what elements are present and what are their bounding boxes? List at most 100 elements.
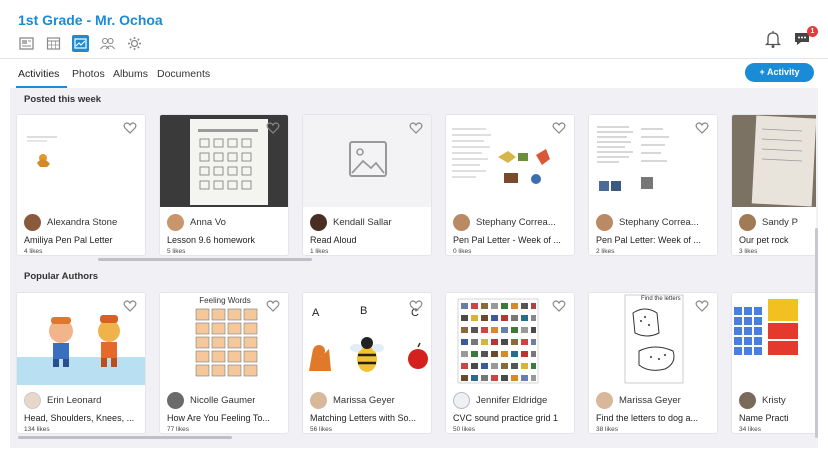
- top-right-controls: 1: [764, 26, 818, 50]
- bell-icon[interactable]: [764, 29, 782, 49]
- card-thumbnail: [732, 293, 816, 385]
- card-author: Sandy P: [739, 214, 816, 231]
- activity-feed: Posted this week Alexandra Stone Amiliya…: [10, 88, 818, 448]
- favorite-heart-icon[interactable]: [409, 121, 423, 135]
- author-name: Jennifer Eldridge: [476, 395, 548, 406]
- activity-card[interactable]: Anna Vo Lesson 9.6 homework 5 likes: [159, 114, 289, 256]
- tab-activities[interactable]: Activities: [18, 68, 59, 80]
- card-title: Matching Letters with So...: [310, 413, 417, 423]
- avatar: [739, 392, 756, 409]
- activity-card[interactable]: Find the letters Marissa Geyer Find the …: [588, 292, 718, 434]
- activity-feed-icon[interactable]: [72, 35, 89, 52]
- card-author: Kendall Sallar: [310, 214, 431, 231]
- posted-this-week-row[interactable]: Alexandra Stone Amiliya Pen Pal Letter 4…: [16, 114, 816, 258]
- activity-card[interactable]: Alexandra Stone Amiliya Pen Pal Letter 4…: [16, 114, 146, 256]
- tab-documents[interactable]: Documents: [157, 68, 210, 80]
- activity-card[interactable]: Erin Leonard Head, Shoulders, Knees, ...…: [16, 292, 146, 434]
- section-title-popular-authors: Popular Authors: [24, 271, 99, 282]
- newspaper-icon[interactable]: [18, 35, 35, 52]
- card-author: Jennifer Eldridge: [453, 392, 574, 409]
- author-name: Anna Vo: [190, 217, 226, 228]
- activity-card[interactable]: Jennifer Eldridge CVC sound practice gri…: [445, 292, 575, 434]
- gear-icon[interactable]: [126, 35, 143, 52]
- activity-card[interactable]: Stephany Correa... Pen Pal Letter: Week …: [588, 114, 718, 256]
- card-title: Amiliya Pen Pal Letter: [24, 235, 113, 245]
- author-name: Marissa Geyer: [333, 395, 395, 406]
- avatar: [453, 392, 470, 409]
- likes-count: 0 likes: [453, 248, 472, 255]
- likes-count: 38 likes: [596, 426, 619, 433]
- activity-card[interactable]: Kristy Name Practi 34 likes: [731, 292, 816, 434]
- card-author: Alexandra Stone: [24, 214, 145, 231]
- author-name: Marissa Geyer: [619, 395, 681, 406]
- avatar: [739, 214, 756, 231]
- avatar: [596, 392, 613, 409]
- favorite-heart-icon[interactable]: [409, 299, 423, 313]
- horizontal-scrollbar[interactable]: [18, 436, 232, 439]
- tab-photos[interactable]: Photos: [72, 68, 105, 80]
- card-title: Find the letters to dog a...: [596, 413, 699, 423]
- author-name: Kristy: [762, 395, 786, 406]
- card-author: Marissa Geyer: [310, 392, 431, 409]
- likes-count: 3 likes: [739, 248, 758, 255]
- card-title: How Are You Feeling To...: [167, 413, 270, 423]
- popular-authors-row[interactable]: Erin Leonard Head, Shoulders, Knees, ...…: [16, 292, 816, 436]
- avatar: [453, 214, 470, 231]
- card-title: Name Practi: [739, 413, 789, 423]
- card-author: Nicolle Gaumer: [167, 392, 288, 409]
- likes-count: 34 likes: [739, 426, 762, 433]
- favorite-heart-icon[interactable]: [552, 299, 566, 313]
- favorite-heart-icon[interactable]: [266, 299, 280, 313]
- section-title-posted-this-week: Posted this week: [24, 94, 102, 105]
- class-title[interactable]: 1st Grade - Mr. Ochoa: [18, 12, 163, 28]
- activity-card[interactable]: A B C Marissa Geyer Matching Letters wit…: [302, 292, 432, 434]
- card-title: CVC sound practice grid 1: [453, 413, 559, 423]
- tab-albums[interactable]: Albums: [113, 68, 148, 80]
- add-activity-button[interactable]: + Activity: [745, 63, 814, 82]
- likes-count: 50 likes: [453, 426, 476, 433]
- card-author: Kristy: [739, 392, 816, 409]
- calendar-icon[interactable]: [45, 35, 62, 52]
- author-name: Nicolle Gaumer: [190, 395, 256, 406]
- activity-card[interactable]: Kendall Sallar Read Aloud 1 likes: [302, 114, 432, 256]
- author-name: Stephany Correa...: [619, 217, 699, 228]
- avatar: [24, 392, 41, 409]
- likes-count: 77 likes: [167, 426, 190, 433]
- favorite-heart-icon[interactable]: [123, 299, 137, 313]
- avatar: [596, 214, 613, 231]
- card-author: Marissa Geyer: [596, 392, 717, 409]
- avatar: [167, 214, 184, 231]
- favorite-heart-icon[interactable]: [123, 121, 137, 135]
- author-name: Stephany Correa...: [476, 217, 556, 228]
- horizontal-scrollbar[interactable]: [98, 258, 312, 261]
- messages-button[interactable]: 1: [792, 26, 818, 50]
- card-title: Pen Pal Letter: Week of ...: [596, 235, 701, 245]
- likes-count: 56 likes: [310, 426, 333, 433]
- author-name: Erin Leonard: [47, 395, 102, 406]
- avatar: [310, 392, 327, 409]
- card-author: Stephany Correa...: [453, 214, 574, 231]
- author-name: Sandy P: [762, 217, 798, 228]
- vertical-scrollbar[interactable]: [815, 228, 818, 438]
- card-thumbnail: [732, 115, 816, 207]
- activity-card[interactable]: Stephany Correa... Pen Pal Letter - Week…: [445, 114, 575, 256]
- avatar: [167, 392, 184, 409]
- favorite-heart-icon[interactable]: [695, 299, 709, 313]
- activity-card[interactable]: Sandy P Our pet rock 3 likes: [731, 114, 816, 256]
- toolbar-icons: [18, 35, 143, 52]
- card-author: Erin Leonard: [24, 392, 145, 409]
- avatar: [310, 214, 327, 231]
- card-author: Anna Vo: [167, 214, 288, 231]
- activity-card[interactable]: Feeling Words Nicolle Gaumer How Are You…: [159, 292, 289, 434]
- likes-count: 2 likes: [596, 248, 615, 255]
- likes-count: 5 likes: [167, 248, 186, 255]
- favorite-heart-icon[interactable]: [552, 121, 566, 135]
- likes-count: 134 likes: [24, 426, 50, 433]
- favorite-heart-icon[interactable]: [266, 121, 280, 135]
- tab-bar: Activities Photos Albums Documents + Act…: [0, 58, 828, 88]
- people-icon[interactable]: [99, 35, 116, 52]
- card-title: Lesson 9.6 homework: [167, 235, 256, 245]
- likes-count: 4 likes: [24, 248, 43, 255]
- favorite-heart-icon[interactable]: [695, 121, 709, 135]
- card-title: Read Aloud: [310, 235, 357, 245]
